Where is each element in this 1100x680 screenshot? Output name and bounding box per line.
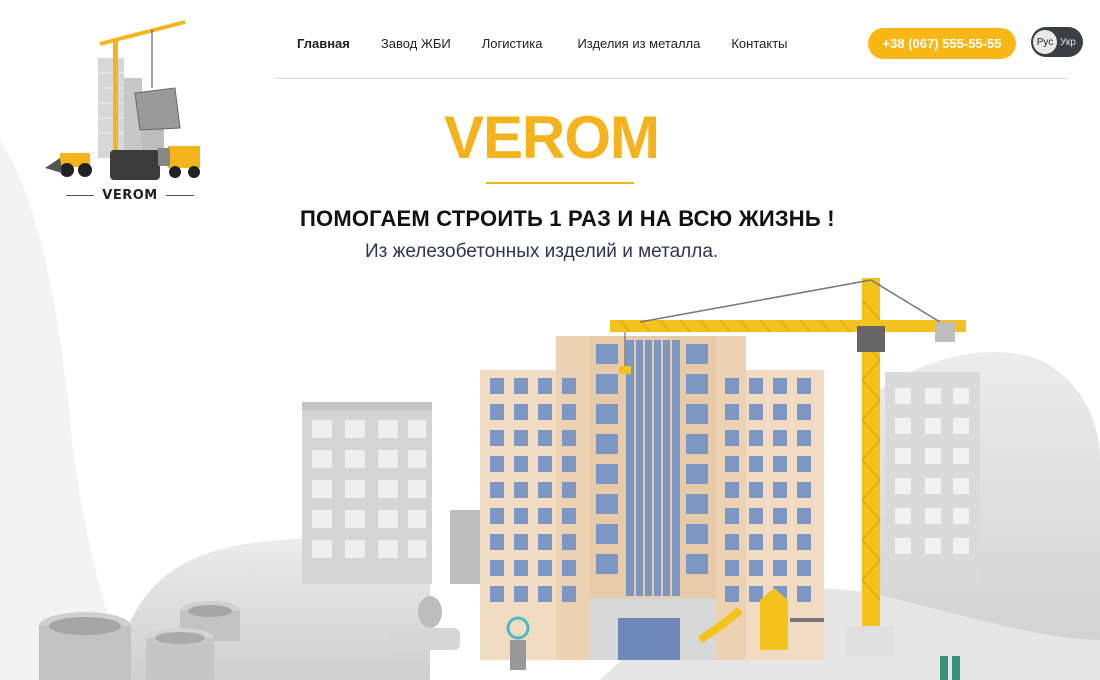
- crane-icon: [45, 20, 200, 180]
- hero-headline: ПОМОГАЕМ СТРОИТЬ 1 РАЗ И НА ВСЮ ЖИЗНЬ !: [300, 206, 835, 232]
- logo-text: VEROM: [40, 188, 220, 203]
- nav-divider: [274, 78, 1068, 79]
- lang-ru-option[interactable]: Рус: [1033, 30, 1057, 54]
- nav-item-logistics[interactable]: Логистика: [482, 36, 543, 51]
- nav-item-home[interactable]: Главная: [297, 36, 350, 51]
- phone-button[interactable]: +38 (067) 555-55-55: [868, 28, 1016, 59]
- nav-item-metal-products[interactable]: Изделия из металла: [577, 36, 700, 51]
- loader-icon: [45, 153, 92, 177]
- lang-uk-option[interactable]: Укр: [1060, 37, 1076, 48]
- headline-part-1: ПОМОГАЕМ СТРОИТЬ: [300, 206, 543, 231]
- headline-part-2: 1 РАЗ И НА ВСЮ ЖИЗНЬ !: [543, 206, 835, 231]
- nav-item-factory[interactable]: Завод ЖБИ: [381, 36, 451, 51]
- construction-illustration: [39, 278, 980, 680]
- nav-item-contacts[interactable]: Контакты: [731, 36, 787, 51]
- truck-icon: [158, 146, 200, 178]
- right-gray-building: [885, 372, 980, 584]
- concrete-ring-icon: [39, 601, 240, 680]
- brand-underline: [486, 182, 634, 184]
- language-switch[interactable]: Рус Укр: [1031, 27, 1083, 57]
- left-gray-building: [302, 402, 432, 584]
- site-logo[interactable]: VEROM: [40, 18, 220, 208]
- hero-brand: VEROM: [444, 104, 660, 171]
- main-nav: Главная Завод ЖБИ Логистика Изделия из м…: [297, 36, 819, 51]
